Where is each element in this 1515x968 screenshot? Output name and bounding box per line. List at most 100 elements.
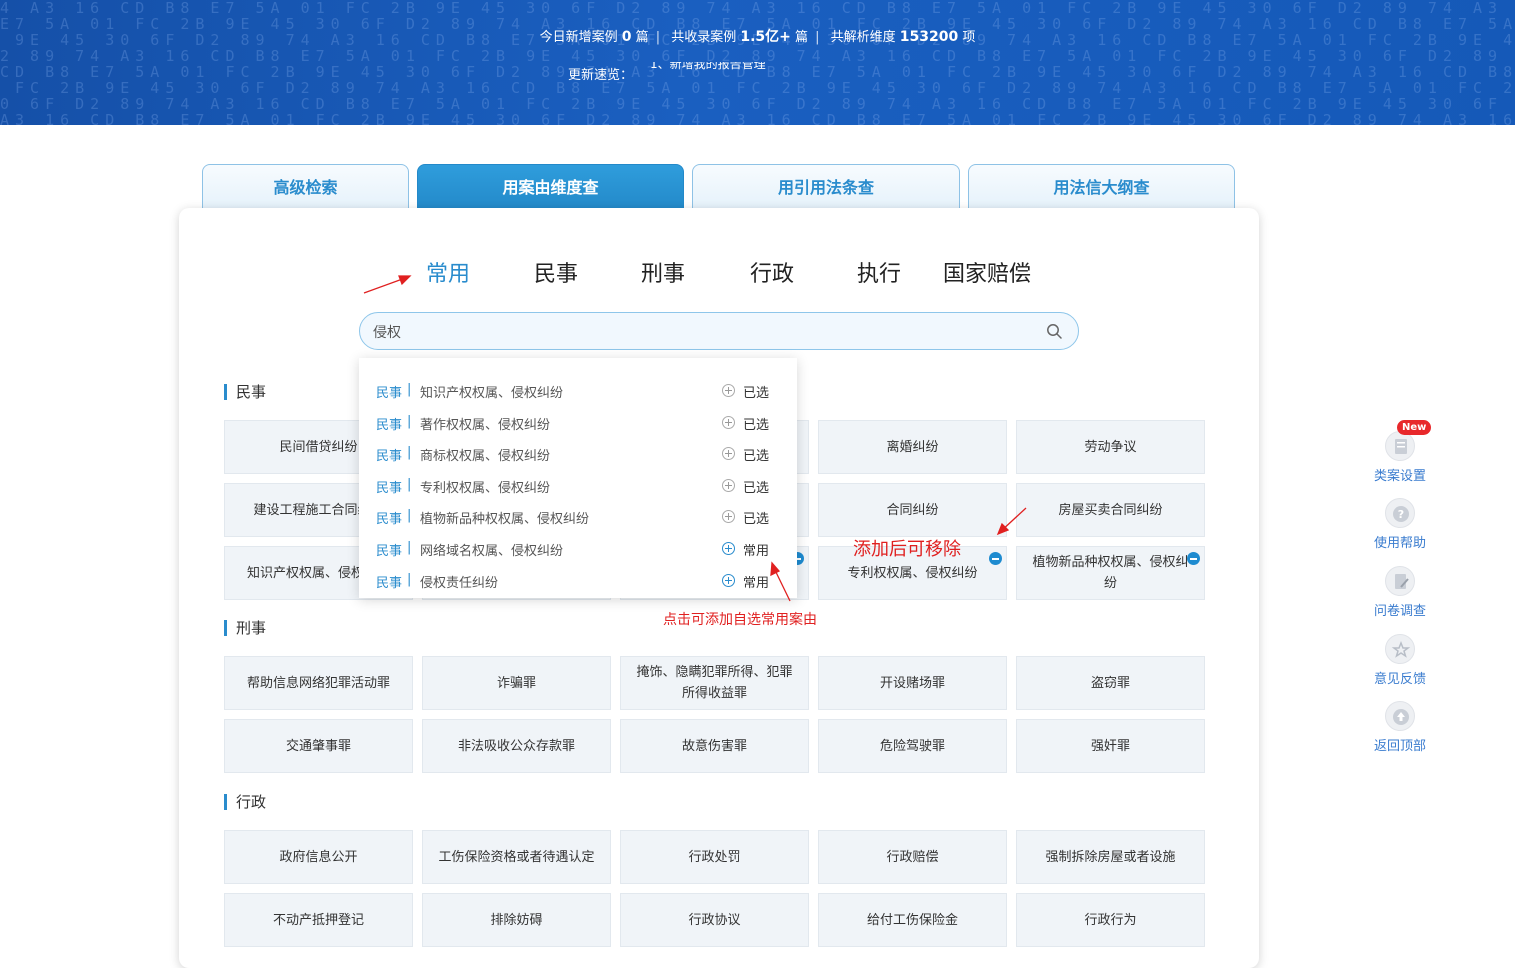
stat-unit-new: 篇 [635,30,649,45]
stat-value-total: 1.5亿+ [740,29,791,45]
add-icon[interactable] [722,416,735,429]
suggestion-row[interactable]: 民事 | 侵权责任纠纷 常用 [359,566,797,596]
suggestion-name: 商标权权属、侵权纠纷 [420,449,551,464]
case-cause-item[interactable]: 行政处罚 [620,830,809,884]
case-cause-item[interactable]: 帮助信息网络犯罪活动罪 [224,656,413,710]
case-cause-item[interactable]: 盗窃罪 [1016,656,1205,710]
case-cause-item[interactable]: 排除妨碍 [422,893,611,947]
suggestion-category: 民事 [376,449,403,464]
section-title-civil: 民事 [224,384,266,400]
sidebar-item-label: 意见反馈 [1373,672,1426,687]
stat-value-new: 0 [621,29,632,45]
survey-icon [1385,566,1415,596]
stat-unit-dims: 项 [962,30,976,45]
sidebar-item-label: 类案设置 [1373,469,1426,484]
suggestion-row[interactable]: 民事 | 植物新品种权权属、侵权纠纷 已选 [359,502,797,532]
tab-advanced-search[interactable]: 高级检索 [202,164,409,210]
cat-tab-admin[interactable]: 行政 [750,256,794,288]
suggestion-row[interactable]: 民事 | 网络域名权属、侵权纠纷 常用 [359,534,797,564]
case-cause-item[interactable]: 诈骗罪 [422,656,611,710]
case-cause-item[interactable]: 故意伤害罪 [620,719,809,773]
sidebar-item-case-settings[interactable]: 类案设置 [1370,431,1430,484]
add-icon[interactable] [722,574,735,587]
stat-label-total: 共收录案例 [671,30,737,45]
case-cause-item[interactable]: 非法吸收公众存款罪 [422,719,611,773]
case-cause-item[interactable]: 房屋买卖合同纠纷 [1016,483,1205,537]
case-cause-item[interactable]: 工伤保险资格或者待遇认定 [422,830,611,884]
search-input[interactable] [373,322,1013,342]
remove-icon[interactable] [989,552,1002,565]
suggestion-name: 侵权责任纠纷 [420,576,499,591]
updates-label: 更新速览： [568,68,634,83]
header-banner: 4 A3 16 CD B8 E7 5A 01 FC 2B 9E 45 30 6F… [0,0,1515,125]
annotation-click-add: 点击可添加自选常用案由 [663,612,817,628]
suggestion-status: 已选 [743,449,770,464]
case-cause-item[interactable]: 离婚纠纷 [818,420,1007,474]
tab-law-citation[interactable]: 用引用法条查 [692,164,960,210]
suggestion-row[interactable]: 民事 | 商标权权属、侵权纠纷 已选 [359,439,797,469]
add-icon[interactable] [722,542,735,555]
remove-icon[interactable] [1187,552,1200,565]
case-settings-icon [1385,431,1415,461]
case-cause-item[interactable]: 开设赌场罪 [818,656,1007,710]
case-cause-item[interactable]: 危险驾驶罪 [818,719,1007,773]
suggestion-category: 民事 [376,544,403,559]
suggestion-row[interactable]: 民事 | 专利权权属、侵权纠纷 已选 [359,471,797,501]
suggestion-status: 常用 [743,576,770,591]
case-cause-label: 专利权权属、侵权纠纷 [847,565,978,581]
tab-case-cause[interactable]: 用案由维度查 [417,164,684,210]
suggestion-row[interactable]: 民事 | 知识产权权属、侵权纠纷 已选 [359,376,797,406]
case-cause-item[interactable]: 行政行为 [1016,893,1205,947]
section-title-criminal: 刑事 [224,620,266,636]
add-icon[interactable] [722,384,735,397]
case-cause-item[interactable]: 给付工伤保险金 [818,893,1007,947]
cat-tab-execution[interactable]: 执行 [857,256,901,288]
stat-label-dims: 共解析维度 [830,30,896,45]
add-icon[interactable] [722,447,735,460]
search-icon[interactable] [1046,323,1062,339]
cat-tab-criminal[interactable]: 刑事 [641,256,685,288]
updates-item[interactable]: 1、新增我的报告管理 [650,62,810,70]
tab-legal-outline[interactable]: 用法信大纲查 [968,164,1235,210]
stat-value-dims: 153200 [899,29,959,45]
suggestion-name: 知识产权权属、侵权纠纷 [420,386,564,401]
case-cause-item[interactable]: 行政协议 [620,893,809,947]
suggestion-row[interactable]: 民事 | 著作权权属、侵权纠纷 已选 [359,408,797,438]
suggestion-status: 已选 [743,386,770,401]
suggestion-name: 著作权权属、侵权纠纷 [420,418,551,433]
suggestion-status: 已选 [743,512,770,527]
case-cause-item[interactable]: 劳动争议 [1016,420,1205,474]
updates-ticker[interactable]: 1、新增我的报告管理 [650,62,810,80]
suggestion-category: 民事 [376,481,403,496]
cat-tab-civil[interactable]: 民事 [534,256,578,288]
stat-label-new: 今日新增案例 [539,30,618,45]
suggestion-status: 已选 [743,418,770,433]
sidebar-item-feedback[interactable]: 意见反馈 [1370,634,1430,687]
sidebar-item-back-to-top[interactable]: 返回顶部 [1370,701,1430,754]
case-cause-item[interactable]: 植物新品种权权属、侵权纠纷 [1016,546,1205,600]
sidebar-item-survey[interactable]: 问卷调查 [1370,566,1430,619]
suggestion-name: 植物新品种权权属、侵权纠纷 [420,512,590,527]
cat-tab-common[interactable]: 常用 [426,256,470,288]
suggestion-name: 网络域名权属、侵权纠纷 [420,544,564,559]
cat-tab-state-compensation[interactable]: 国家赔偿 [943,256,1031,288]
search-suggestion-dropdown[interactable]: 民事 | 知识产权权属、侵权纠纷 已选 民事 | 著作权权属、侵权纠纷 已选 民事 |… [359,358,797,598]
case-cause-item[interactable]: 行政赔偿 [818,830,1007,884]
case-cause-item[interactable]: 政府信息公开 [224,830,413,884]
sidebar-item-help[interactable]: ? 使用帮助 [1370,498,1430,551]
svg-text:?: ? [1398,508,1404,521]
suggestion-status: 常用 [743,544,770,559]
case-cause-item[interactable]: 强制拆除房屋或者设施 [1016,830,1205,884]
suggestion-status: 已选 [743,481,770,496]
suggestion-category: 民事 [376,512,403,527]
section-title-admin: 行政 [224,794,266,810]
case-cause-item[interactable]: 强奸罪 [1016,719,1205,773]
case-cause-label: 植物新品种权权属、侵权纠纷 [1032,555,1189,591]
case-cause-item[interactable]: 合同纠纷 [818,483,1007,537]
add-icon[interactable] [722,479,735,492]
case-cause-item[interactable]: 交通肇事罪 [224,719,413,773]
sidebar-item-label: 使用帮助 [1373,536,1426,551]
case-cause-item[interactable]: 掩饰、隐瞒犯罪所得、犯罪所得收益罪 [620,656,809,710]
add-icon[interactable] [722,510,735,523]
case-cause-item[interactable]: 不动产抵押登记 [224,893,413,947]
